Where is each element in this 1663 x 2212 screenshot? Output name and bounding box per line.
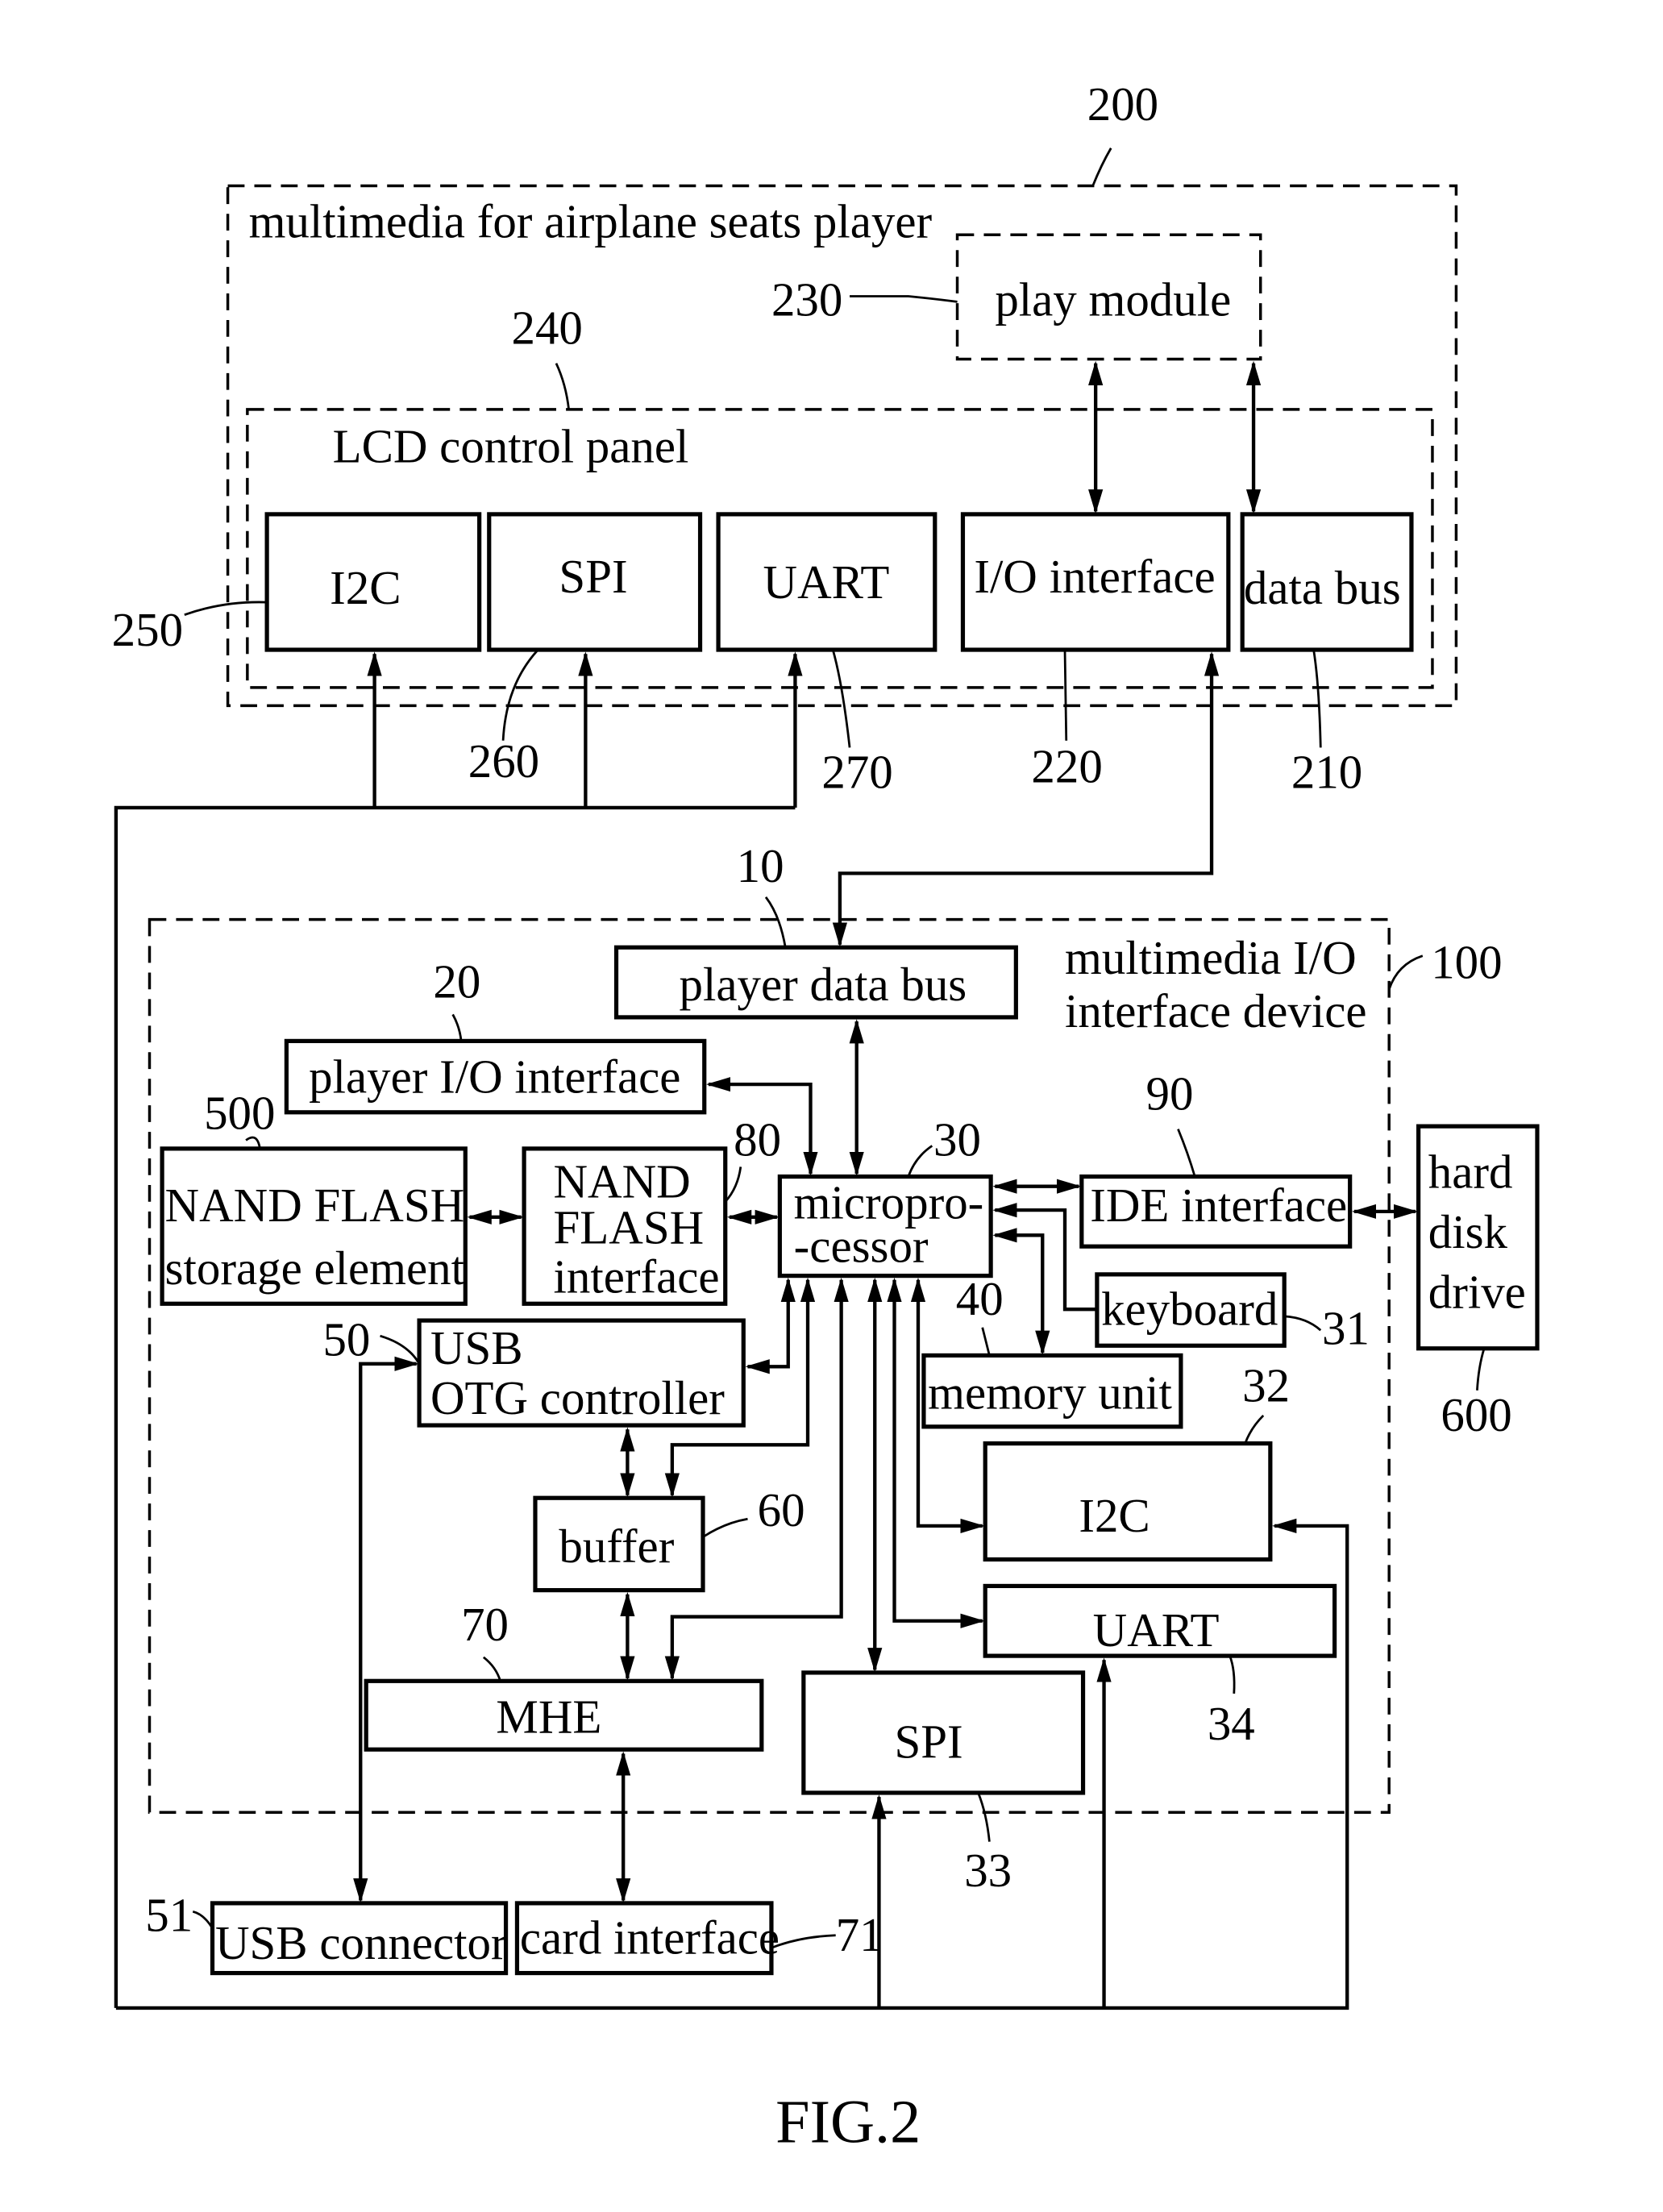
ref-34: 34 bbox=[1208, 1697, 1255, 1750]
leader-20 bbox=[451, 1013, 463, 1042]
leader-250 bbox=[184, 601, 268, 617]
uart-label: UART bbox=[1093, 1603, 1220, 1657]
nand-interface-line1: NAND bbox=[554, 1155, 691, 1208]
leader-70 bbox=[482, 1656, 501, 1682]
player-data-bus-label: player data bus bbox=[680, 958, 967, 1011]
leader-100 bbox=[1387, 954, 1424, 990]
ref-250: 250 bbox=[112, 603, 183, 656]
hard-disk-line1: hard bbox=[1428, 1145, 1513, 1198]
usb-connector-label: USB connector bbox=[215, 1916, 507, 1969]
lcd-uart-label: UART bbox=[763, 555, 890, 609]
ref-33: 33 bbox=[964, 1844, 1012, 1897]
lcd-data-bus-label: data bus bbox=[1244, 561, 1401, 614]
link-usbotg-usbconn bbox=[353, 1356, 419, 1903]
ref-51: 51 bbox=[145, 1889, 193, 1942]
leader-600 bbox=[1476, 1348, 1486, 1391]
figure-label: FIG.2 bbox=[775, 2088, 921, 2156]
ref-10: 10 bbox=[737, 839, 784, 892]
ref-80: 80 bbox=[734, 1113, 781, 1166]
device-title-line1: multimedia I/O bbox=[1065, 931, 1357, 984]
ref-210: 210 bbox=[1291, 746, 1362, 799]
lcd-panel-title: LCD control panel bbox=[333, 420, 689, 473]
leader-71 bbox=[771, 1934, 836, 1949]
ref-90: 90 bbox=[1146, 1066, 1194, 1120]
memory-unit-label: memory unit bbox=[928, 1366, 1172, 1419]
link-usbotg-micro bbox=[745, 1277, 796, 1374]
device-title-line2: interface device bbox=[1065, 984, 1367, 1037]
hard-disk-line3: drive bbox=[1428, 1265, 1526, 1318]
i2c-label: I2C bbox=[1079, 1489, 1150, 1542]
card-interface-label: card interface bbox=[520, 1911, 780, 1964]
ref-40: 40 bbox=[956, 1272, 1004, 1325]
play-module-label: play module bbox=[995, 273, 1231, 326]
ref-200: 200 bbox=[1087, 77, 1158, 131]
ref-220: 220 bbox=[1031, 740, 1102, 793]
ref-500: 500 bbox=[204, 1087, 275, 1140]
ref-30: 30 bbox=[933, 1113, 981, 1166]
leader-80 bbox=[724, 1166, 742, 1203]
leader-50 bbox=[380, 1334, 421, 1365]
ref-32: 32 bbox=[1242, 1359, 1290, 1412]
ref-260: 260 bbox=[468, 734, 539, 788]
leader-210 bbox=[1312, 649, 1322, 748]
leader-90 bbox=[1177, 1129, 1196, 1177]
player-title: multimedia for airplane seats player bbox=[249, 195, 933, 248]
leader-31 bbox=[1284, 1315, 1322, 1332]
lcd-spi-label: SPI bbox=[559, 550, 627, 603]
leader-240 bbox=[555, 363, 570, 410]
hard-disk-line2: disk bbox=[1428, 1205, 1508, 1258]
leader-260 bbox=[501, 649, 539, 741]
buffer-label: buffer bbox=[559, 1520, 674, 1573]
link-io-databus bbox=[832, 651, 1220, 947]
leader-220 bbox=[1063, 650, 1068, 741]
lcd-i2c-label: I2C bbox=[330, 561, 401, 614]
usb-otg-line1: USB bbox=[430, 1321, 523, 1374]
microprocessor-line2: -cessor bbox=[794, 1219, 929, 1272]
ref-71: 71 bbox=[836, 1908, 883, 1961]
leader-200 bbox=[1091, 148, 1112, 187]
ide-interface-label: IDE interface bbox=[1090, 1179, 1347, 1232]
leader-40 bbox=[981, 1327, 991, 1356]
leader-34 bbox=[1229, 1655, 1236, 1694]
leader-32 bbox=[1244, 1414, 1265, 1445]
ref-270: 270 bbox=[821, 746, 892, 799]
leader-51 bbox=[192, 1910, 214, 1929]
ref-70: 70 bbox=[461, 1598, 509, 1651]
ref-230: 230 bbox=[771, 273, 842, 326]
ref-600: 600 bbox=[1441, 1388, 1511, 1441]
ref-60: 60 bbox=[758, 1483, 805, 1536]
spi-label: SPI bbox=[895, 1715, 963, 1769]
leader-230 bbox=[850, 295, 958, 303]
leader-30 bbox=[907, 1145, 933, 1178]
nand-storage-line2: storage element bbox=[165, 1241, 465, 1295]
ref-31: 31 bbox=[1322, 1302, 1370, 1355]
lcd-io-interface-label: I/O interface bbox=[974, 550, 1215, 603]
leader-270 bbox=[831, 649, 851, 748]
ref-50: 50 bbox=[322, 1312, 370, 1366]
player-io-interface-label: player I/O interface bbox=[309, 1050, 680, 1104]
usb-otg-line2: OTG controller bbox=[430, 1371, 725, 1424]
link-micro-uart bbox=[887, 1277, 985, 1628]
leader-33 bbox=[977, 1792, 991, 1842]
nand-interface-line3: interface bbox=[554, 1249, 720, 1303]
block-diagram: 200 multimedia for airplane seats player… bbox=[112, 77, 1540, 2156]
nand-interface-line2: FLASH bbox=[554, 1201, 705, 1254]
leader-10 bbox=[764, 896, 787, 948]
keyboard-label: keyboard bbox=[1101, 1282, 1278, 1335]
ref-240: 240 bbox=[512, 301, 583, 354]
nand-storage-line1: NAND FLASH bbox=[165, 1179, 465, 1232]
ref-20: 20 bbox=[433, 955, 480, 1008]
ref-100: 100 bbox=[1431, 935, 1502, 988]
leader-60 bbox=[702, 1517, 748, 1538]
mhe-label: MHE bbox=[496, 1690, 601, 1743]
